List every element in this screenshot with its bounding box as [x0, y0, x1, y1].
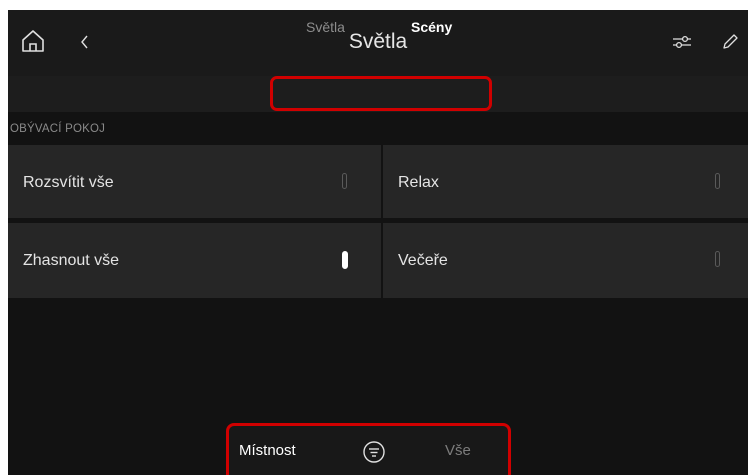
tab-svetla[interactable]: Světla [306, 19, 345, 35]
scene-status-indicator [715, 173, 720, 189]
scene-status-indicator [715, 251, 720, 267]
scene-label: Večeře [398, 252, 448, 269]
scene-status-indicator [342, 173, 347, 189]
scene-label: Zhasnout vše [23, 252, 120, 269]
section-label: OBÝVACÍ POKOJ [10, 123, 106, 135]
section-header [8, 112, 748, 145]
tabs-highlight-box [270, 76, 492, 111]
sliders-icon [673, 35, 691, 49]
filter-icon [363, 441, 385, 463]
filter-toggle-button[interactable] [362, 440, 386, 464]
all-filter-button[interactable]: Vše [445, 442, 471, 460]
scene-grid: Rozsvítit vše Relax Zhasnout vše Večeře [8, 145, 748, 298]
tab-bar [8, 76, 748, 112]
room-filter-button[interactable]: Místnost [239, 442, 296, 460]
pencil-icon [723, 34, 738, 49]
scene-label: Rozsvítit vše [23, 174, 114, 191]
scene-tile-zhasnout-vse[interactable]: Zhasnout vše [8, 223, 381, 298]
tab-sceny[interactable]: Scény [411, 19, 452, 35]
scene-tile-relax[interactable]: Relax [383, 145, 748, 218]
settings-sliders-button[interactable] [668, 28, 696, 56]
scene-label: Relax [398, 174, 439, 191]
edit-button[interactable] [716, 28, 744, 56]
app-screen: Světla Světla Scény OBÝVACÍ POKOJ Rozsví… [8, 10, 748, 475]
scene-status-indicator-active [342, 251, 348, 269]
scene-tile-rozsvitit-vse[interactable]: Rozsvítit vše [8, 145, 381, 218]
page-title: Světla [348, 30, 408, 53]
scene-tile-vecere[interactable]: Večeře [383, 223, 748, 298]
top-bar: Světla [8, 10, 748, 76]
